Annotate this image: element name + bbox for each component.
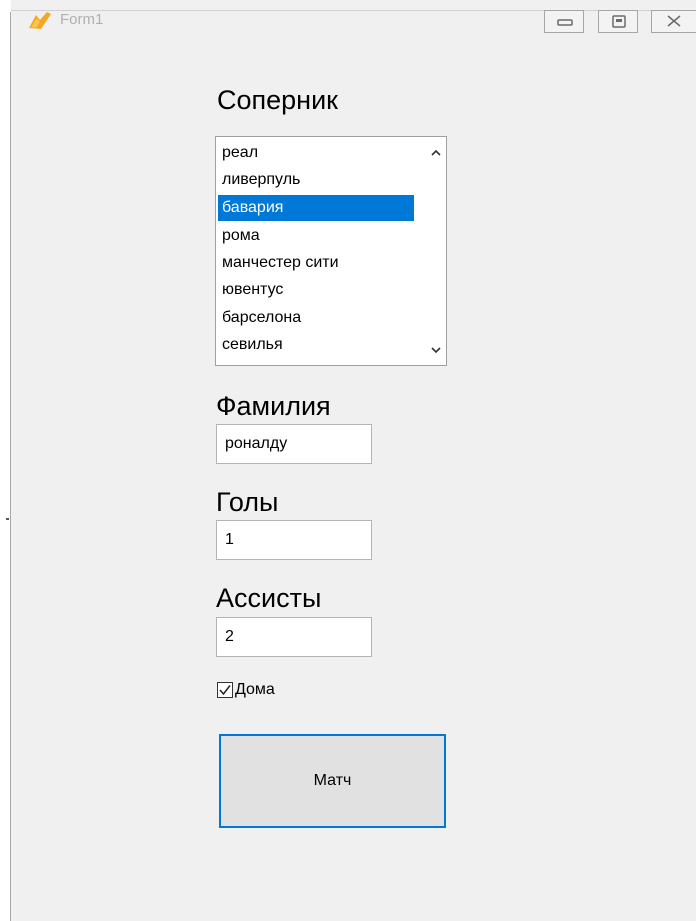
close-icon [667, 15, 681, 27]
minimize-icon [557, 19, 573, 26]
maximize-icon [612, 15, 626, 28]
maximize-button[interactable] [598, 10, 638, 33]
scroll-up-icon[interactable] [429, 146, 443, 160]
list-item[interactable]: реал [218, 140, 414, 166]
surname-input[interactable]: роналду [216, 424, 372, 464]
close-button[interactable] [651, 10, 696, 33]
list-item-selected[interactable]: бавария [218, 195, 414, 221]
window-title: Form1 [60, 11, 104, 28]
assists-input[interactable]: 2 [216, 617, 372, 657]
list-item[interactable]: ювентус [218, 277, 414, 303]
assists-label: Ассисты [216, 583, 322, 613]
opponent-listbox[interactable]: реал ливерпуль бавария рома манчестер си… [215, 136, 447, 366]
home-checkbox[interactable] [217, 682, 233, 698]
minimize-button[interactable] [544, 10, 584, 33]
list-item[interactable]: ливерпуль [218, 167, 414, 193]
desktop-edge [0, 0, 10, 921]
scroll-down-icon[interactable] [429, 343, 443, 357]
match-button[interactable]: Матч [219, 734, 446, 828]
surname-label: Фамилия [216, 391, 331, 421]
app-icon [29, 12, 51, 29]
goals-label: Голы [216, 487, 279, 517]
form-window: Form1 Соперник реал ливерпуль бавария ро… [11, 0, 696, 921]
goals-input[interactable]: 1 [216, 520, 372, 560]
list-item[interactable]: барселона [218, 305, 414, 331]
list-item[interactable]: севилья [218, 332, 414, 358]
title-bar[interactable]: Form1 [11, 0, 696, 44]
opponent-label: Соперник [217, 85, 338, 115]
resize-marker [6, 518, 9, 520]
home-checkbox-label[interactable]: Дома [235, 680, 275, 700]
list-item[interactable]: рома [218, 223, 414, 249]
checkmark-icon [219, 685, 231, 696]
list-item[interactable]: манчестер сити [218, 250, 414, 276]
title-bar-border [11, 10, 696, 11]
